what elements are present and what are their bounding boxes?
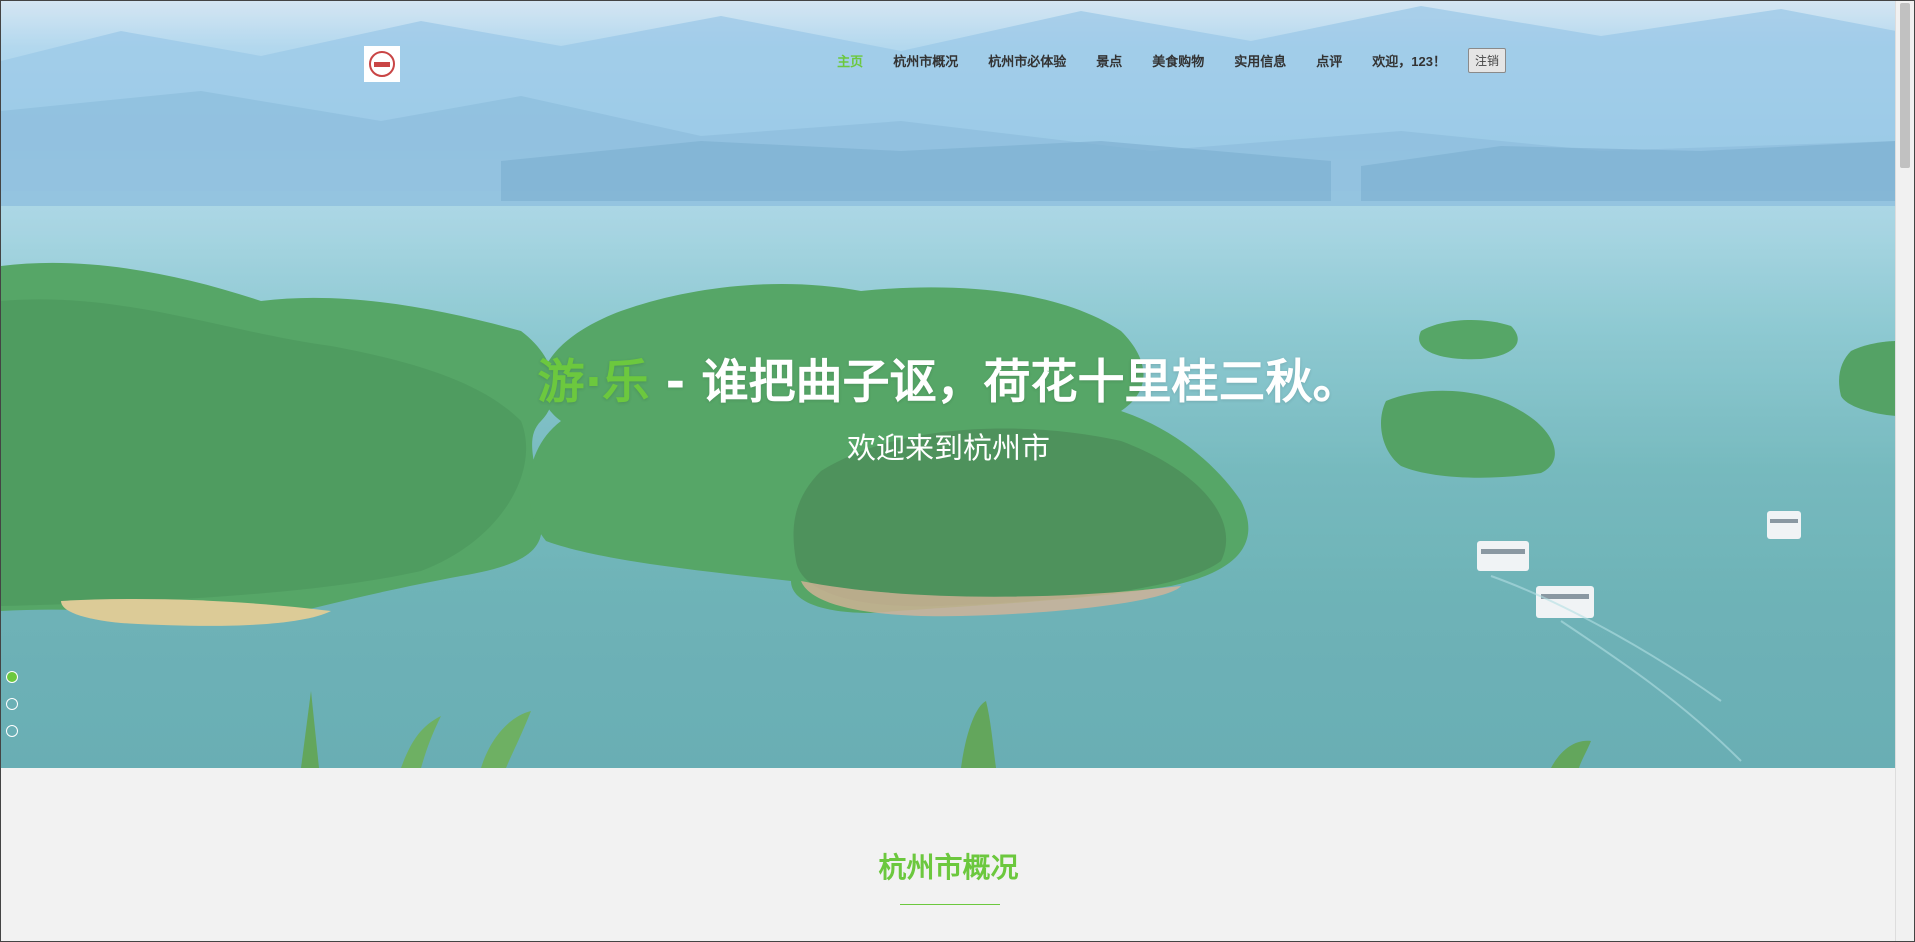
main-menu: 主页 杭州市概况 杭州市必体验 景点 美食购物 实用信息 点评 欢迎，123！ … — [837, 46, 1506, 74]
top-navbar: 主页 杭州市概况 杭州市必体验 景点 美食购物 实用信息 点评 欢迎，123！ … — [1, 1, 1896, 121]
page-scrollbar[interactable] — [1895, 1, 1914, 941]
hero-subheading: 欢迎来到杭州市 — [846, 431, 1050, 465]
hero-headline-accent: 游·乐 — [537, 355, 650, 410]
welcome-user-text: 欢迎，123！ — [1372, 53, 1446, 69]
slide-dot-3[interactable] — [6, 725, 18, 737]
logout-button[interactable]: 注销 — [1467, 47, 1506, 73]
nav-item-home[interactable]: 主页 — [837, 51, 863, 70]
nav-item-food-shopping[interactable]: 美食购物 — [1152, 51, 1204, 70]
slide-dot-1[interactable] — [6, 671, 18, 683]
nav-item-experience[interactable]: 杭州市必体验 — [988, 51, 1066, 70]
nav-item-overview[interactable]: 杭州市概况 — [893, 51, 958, 70]
hero-headline: 游·乐 - 谁把曲子讴，荷花十里桂三秋。 — [1, 343, 1896, 412]
nav-item-practical-info[interactable]: 实用信息 — [1234, 51, 1286, 70]
section-divider — [900, 904, 1000, 905]
slide-indicators — [6, 671, 18, 752]
site-logo[interactable] — [364, 46, 400, 82]
slide-dot-2[interactable] — [6, 698, 18, 710]
section-title-overview: 杭州市概况 — [878, 851, 1019, 884]
hero-headline-text: - 谁把曲子讴，荷花十里桂三秋。 — [649, 355, 1360, 410]
scrollbar-thumb[interactable] — [1900, 3, 1910, 168]
nav-item-attractions[interactable]: 景点 — [1096, 51, 1122, 70]
logo-emblem-icon — [369, 51, 395, 77]
hero-banner: 主页 杭州市概况 杭州市必体验 景点 美食购物 实用信息 点评 欢迎，123！ … — [1, 1, 1896, 768]
nav-item-reviews[interactable]: 点评 — [1316, 51, 1342, 70]
